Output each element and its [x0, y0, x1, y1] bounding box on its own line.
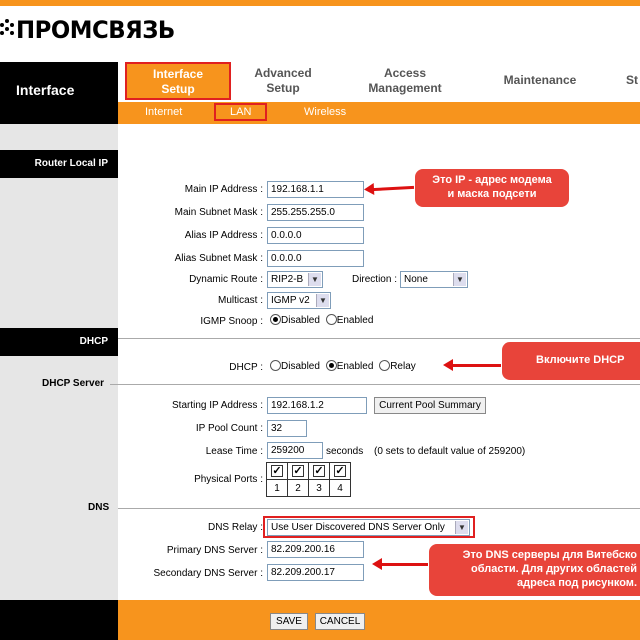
primary-dns-label: Primary DNS Server :	[166, 545, 263, 556]
dhcp-callout: Включите DHCP	[502, 342, 640, 380]
dns-callout: Это DNS серверы для Витебско области. Для…	[429, 544, 640, 596]
chevron-down-icon: ▼	[308, 273, 321, 286]
lease-note: (0 sets to default value of 259200)	[374, 446, 526, 457]
dynamic-route-select[interactable]: RIP2-B ▼	[267, 271, 323, 288]
brand-name: ПРОМСВЯЗЬ	[16, 16, 175, 44]
port-number: 4	[329, 479, 351, 497]
chevron-down-icon: ▼	[455, 521, 468, 534]
port-number: 1	[266, 479, 288, 497]
secondary-dns-label: Secondary DNS Server :	[153, 568, 264, 579]
start-ip-input[interactable]: 192.168.1.2	[267, 397, 367, 414]
dhcp-label: DHCP :	[229, 362, 263, 373]
logo: ПРОМСВЯЗЬ	[0, 10, 183, 50]
subtab-internet[interactable]: Internet	[145, 106, 182, 118]
nav-left-strip	[0, 104, 118, 124]
tab-advanced-setup[interactable]: Advanced Setup	[238, 66, 328, 96]
main-ip-label: Main IP Address :	[184, 184, 263, 195]
lease-time-label: Lease Time :	[205, 446, 263, 457]
divider	[118, 508, 640, 509]
section-dns: DNS	[88, 502, 110, 513]
port-number: 3	[308, 479, 330, 497]
dhcp-disabled-radio[interactable]	[270, 360, 281, 371]
nav-section-label: Interface	[16, 82, 75, 98]
direction-label: Direction :	[351, 274, 397, 285]
port-3-checkbox[interactable]: ✓	[313, 465, 325, 477]
port-4-checkbox[interactable]: ✓	[334, 465, 346, 477]
direction-select[interactable]: None ▼	[400, 271, 468, 288]
physical-ports-table: ✓ ✓ ✓ ✓ 1 2 3 4	[266, 462, 351, 497]
arrow-icon	[443, 359, 501, 371]
igmp-snoop-radios: Disabled Enabled	[270, 314, 376, 326]
multicast-label: Multicast :	[217, 295, 263, 306]
subnet-mask-input[interactable]: 255.255.255.0	[267, 204, 364, 221]
dns-relay-label: DNS Relay :	[207, 522, 263, 533]
igmp-snoop-label: IGMP Snoop :	[200, 316, 263, 327]
logo-icon	[0, 17, 14, 43]
port-number: 2	[287, 479, 309, 497]
cancel-button[interactable]: CANCEL	[315, 613, 365, 630]
ip-address-callout: Это IP - адрес модема и маска подсети	[415, 169, 569, 207]
subnet-mask-label: Main Subnet Mask :	[174, 207, 263, 218]
dhcp-relay-radio[interactable]	[379, 360, 391, 371]
arrow-icon	[371, 185, 415, 192]
subnav-bar	[118, 102, 640, 124]
alias-subnet-input[interactable]: 0.0.0.0	[267, 250, 364, 267]
port-2-checkbox[interactable]: ✓	[292, 465, 304, 477]
alias-ip-input[interactable]: 0.0.0.0	[267, 227, 364, 244]
section-dhcp: DHCP	[0, 328, 118, 356]
multicast-select[interactable]: IGMP v2 ▼	[267, 292, 331, 309]
dynamic-route-label: Dynamic Route :	[189, 274, 263, 285]
chevron-down-icon: ▼	[453, 273, 466, 286]
main-ip-input[interactable]: 192.168.1.1	[267, 181, 364, 198]
alias-ip-label: Alias IP Address :	[184, 230, 263, 241]
secondary-dns-input[interactable]: 82.209.200.17	[267, 564, 364, 581]
start-ip-label: Starting IP Address :	[172, 400, 263, 411]
tab-interface-setup[interactable]: Interface Setup	[125, 62, 231, 100]
save-button[interactable]: SAVE	[270, 613, 308, 630]
alias-subnet-label: Alias Subnet Mask :	[174, 253, 263, 264]
primary-dns-input[interactable]: 82.209.200.16	[267, 541, 364, 558]
pool-summary-button[interactable]: Current Pool Summary	[374, 397, 486, 414]
dhcp-radios: Disabled Enabled Relay	[270, 360, 419, 372]
footer-left-strip	[0, 600, 118, 640]
lease-time-input[interactable]: 259200	[267, 442, 323, 459]
section-dhcp-server: DHCP Server	[42, 378, 105, 389]
igmp-disabled-radio[interactable]	[270, 314, 281, 325]
subtab-wireless[interactable]: Wireless	[304, 106, 346, 118]
divider	[118, 338, 640, 339]
sidebar	[0, 124, 118, 600]
divider	[110, 384, 640, 385]
igmp-enabled-radio[interactable]	[325, 314, 337, 325]
section-router-local-ip: Router Local IP	[0, 150, 118, 178]
subtab-lan[interactable]: LAN	[214, 103, 268, 121]
tab-access-management[interactable]: Access Management	[355, 66, 455, 96]
dns-relay-select[interactable]: Use User Discovered DNS Server Only ▼	[267, 519, 470, 536]
tab-status[interactable]: St	[626, 73, 640, 88]
port-1-checkbox[interactable]: ✓	[271, 465, 283, 477]
pool-count-input[interactable]: 32	[267, 420, 307, 437]
tab-maintenance[interactable]: Maintenance	[492, 73, 588, 88]
top-orange-bar	[0, 0, 640, 6]
arrow-icon	[372, 558, 428, 570]
dhcp-enabled-radio[interactable]	[325, 360, 337, 371]
physical-ports-label: Physical Ports :	[194, 474, 263, 485]
chevron-down-icon: ▼	[316, 294, 329, 307]
lease-unit: seconds	[326, 446, 364, 457]
pool-count-label: IP Pool Count :	[195, 423, 263, 434]
